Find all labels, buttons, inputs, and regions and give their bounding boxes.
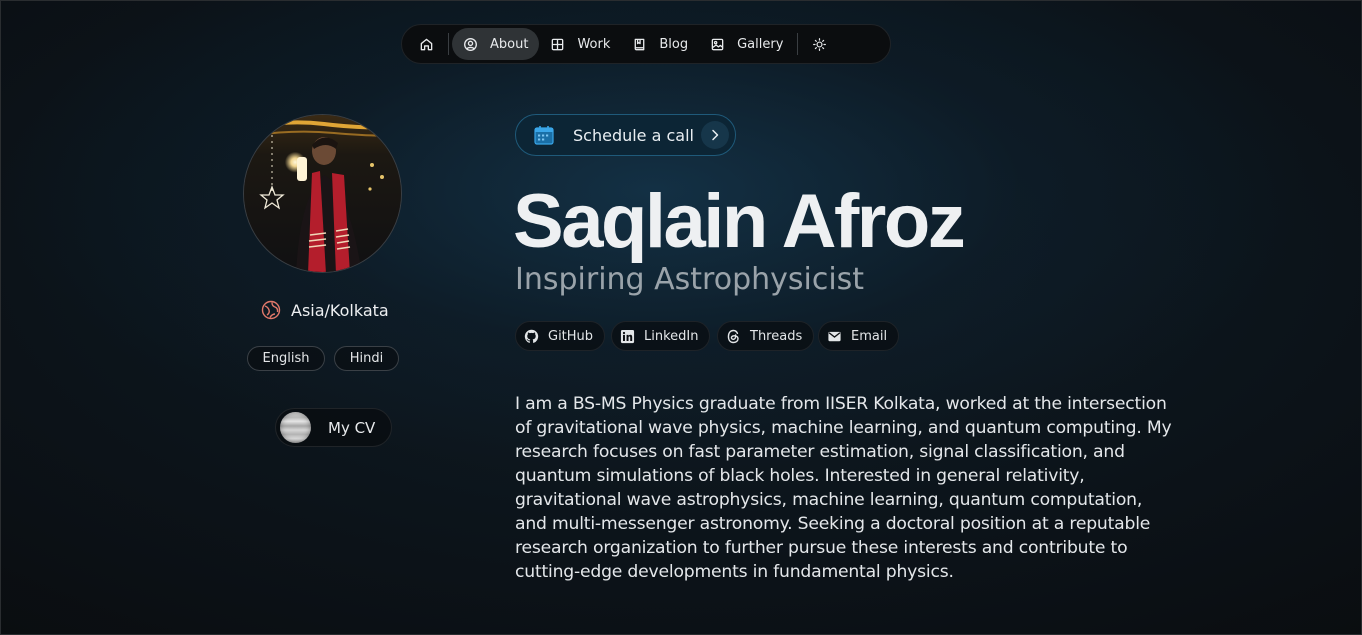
- sun-icon: [812, 37, 827, 52]
- language-tag-hindi: Hindi: [334, 346, 399, 371]
- theme-toggle-button[interactable]: [801, 28, 838, 60]
- nav-item-blog[interactable]: Blog: [621, 28, 699, 60]
- nav-item-gallery[interactable]: Gallery: [699, 28, 794, 60]
- nav-divider: [448, 33, 449, 55]
- social-label: Threads: [750, 328, 803, 344]
- linkedin-icon: [620, 329, 635, 344]
- threads-icon: [726, 329, 741, 344]
- profile-photo: [244, 115, 401, 272]
- nav-item-label: Work: [577, 36, 611, 52]
- threads-link[interactable]: Threads: [717, 321, 815, 351]
- subtitle: Inspiring Astrophysicist: [515, 262, 865, 297]
- nav-item-about[interactable]: About: [452, 28, 540, 60]
- user-circle-icon: [463, 37, 478, 52]
- social-label: Email: [851, 328, 888, 344]
- nav-item-label: Blog: [659, 36, 689, 52]
- social-label: GitHub: [548, 328, 594, 344]
- schedule-call-button[interactable]: Schedule a call: [515, 114, 736, 156]
- chevron-right-icon: [701, 121, 729, 149]
- image-icon: [710, 37, 725, 52]
- cv-label: My CV: [328, 418, 376, 437]
- language-label: English: [262, 351, 310, 366]
- linkedin-link[interactable]: LinkedIn: [611, 321, 711, 351]
- top-nav: About Work Blog Gallery: [401, 24, 891, 64]
- cv-thumbnail: [280, 412, 311, 443]
- schedule-call-label: Schedule a call: [573, 125, 694, 145]
- nav-item-label: Gallery: [737, 36, 784, 52]
- nav-divider: [797, 33, 799, 55]
- calendar-icon: [533, 124, 555, 146]
- github-icon: [524, 329, 539, 344]
- home-button[interactable]: [408, 28, 445, 60]
- location: Asia/Kolkata: [261, 299, 389, 321]
- location-label: Asia/Kolkata: [291, 300, 389, 320]
- github-link[interactable]: GitHub: [515, 321, 606, 351]
- language-tag-english: English: [247, 346, 325, 371]
- mail-icon: [827, 329, 842, 344]
- social-label: LinkedIn: [644, 328, 699, 344]
- book-icon: [632, 37, 647, 52]
- bio-paragraph: I am a BS-MS Physics graduate from IISER…: [515, 394, 1172, 582]
- email-link[interactable]: Email: [818, 321, 900, 351]
- globe-icon: [261, 300, 281, 320]
- page-title: Saqlain Afroz: [513, 179, 966, 264]
- language-label: Hindi: [349, 351, 384, 366]
- grid-icon: [550, 37, 565, 52]
- nav-item-work[interactable]: Work: [539, 28, 621, 60]
- home-icon: [419, 37, 434, 52]
- nav-item-label: About: [490, 36, 529, 52]
- avatar: [243, 114, 402, 273]
- cv-button[interactable]: My CV: [275, 408, 392, 447]
